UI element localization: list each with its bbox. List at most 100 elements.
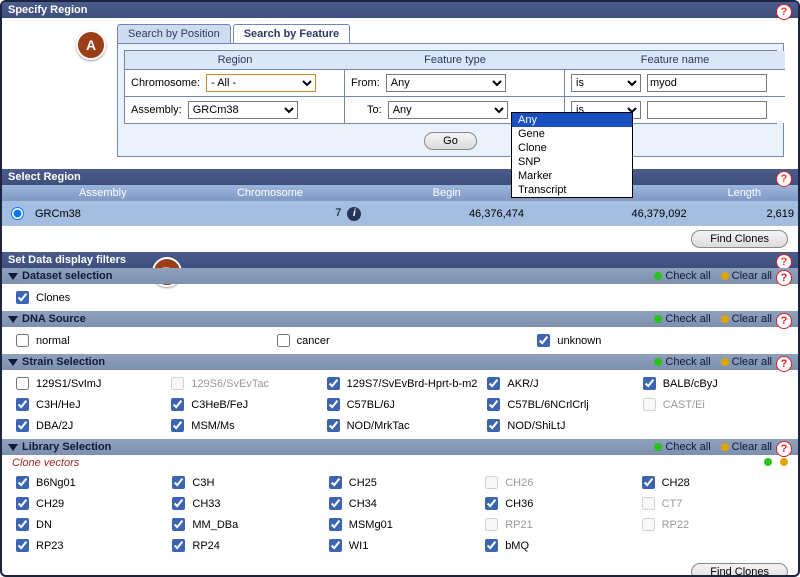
help-icon[interactable]: ?	[776, 441, 792, 457]
checkbox-item[interactable]: normal	[12, 331, 267, 350]
clear-all-link[interactable]: Clear all	[732, 313, 772, 325]
checkbox-item[interactable]: CH29	[12, 494, 162, 513]
table-row[interactable]: GRCm38 7i 46,376,474 46,379,092 2,619	[2, 201, 798, 226]
checkbox-item[interactable]: CH26	[481, 473, 631, 492]
checkbox[interactable]	[16, 398, 29, 411]
chromosome-select[interactable]: - All -	[206, 74, 316, 92]
check-all-link[interactable]: Check all	[665, 270, 710, 282]
checkbox-item[interactable]: BALB/cByJ	[639, 374, 788, 393]
checkbox-item[interactable]: bMQ	[481, 536, 631, 555]
clear-all-link[interactable]: Clear all	[732, 356, 772, 368]
dropdown-option[interactable]: Any	[512, 113, 632, 127]
checkbox[interactable]	[16, 518, 29, 531]
checkbox-item[interactable]: CH36	[481, 494, 631, 513]
checkbox-item[interactable]: C3H/HeJ	[12, 395, 161, 414]
check-all-link[interactable]: Check all	[665, 441, 710, 453]
checkbox-item[interactable]: 129S7/SvEvBrd-Hprt-b-m2	[323, 374, 478, 393]
go-button[interactable]: Go	[424, 132, 477, 150]
checkbox[interactable]	[485, 476, 498, 489]
to-type-select[interactable]: Any	[388, 101, 508, 119]
help-icon[interactable]: ?	[776, 4, 792, 20]
checkbox[interactable]	[16, 419, 29, 432]
checkbox-item[interactable]: CH25	[325, 473, 475, 492]
strain-selection-header[interactable]: Strain Selection Check allClear all ?	[2, 354, 798, 370]
check-all-link[interactable]: Check all	[665, 356, 710, 368]
checkbox-item[interactable]: C3H	[168, 473, 318, 492]
dropdown-option[interactable]: Marker	[512, 169, 632, 183]
checkbox-item[interactable]: MM_DBa	[168, 515, 318, 534]
library-selection-header[interactable]: Library Selection Check allClear all ?	[2, 439, 798, 455]
help-icon[interactable]: ?	[776, 171, 792, 187]
checkbox[interactable]	[16, 377, 29, 390]
checkbox-item[interactable]: DBA/2J	[12, 416, 161, 435]
checkbox-item[interactable]: MSMg01	[325, 515, 475, 534]
checkbox[interactable]	[485, 497, 498, 510]
checkbox[interactable]	[642, 518, 655, 531]
feature-name-input[interactable]	[647, 74, 767, 92]
dataset-selection-header[interactable]: Dataset selection Check allClear all ?	[2, 268, 798, 284]
feature-name-to-input[interactable]	[647, 101, 767, 119]
checkbox[interactable]	[485, 539, 498, 552]
dna-source-header[interactable]: DNA Source Check allClear all ?	[2, 311, 798, 327]
checkbox[interactable]	[329, 497, 342, 510]
checkbox[interactable]	[329, 476, 342, 489]
checkbox-item[interactable]: Clones	[12, 288, 162, 307]
checkbox-item[interactable]: RP22	[638, 515, 788, 534]
dropdown-option[interactable]: Gene	[512, 127, 632, 141]
checkbox[interactable]	[171, 419, 184, 432]
checkbox-item[interactable]: CT7	[638, 494, 788, 513]
checkbox[interactable]	[171, 377, 184, 390]
checkbox[interactable]	[485, 518, 498, 531]
checkbox[interactable]	[487, 419, 500, 432]
checkbox-item[interactable]: cancer	[273, 331, 528, 350]
checkbox[interactable]	[643, 377, 656, 390]
from-op-select[interactable]: is	[571, 74, 641, 92]
checkbox-item[interactable]: 129S6/SvEvTac	[167, 374, 316, 393]
dropdown-option[interactable]: Transcript	[512, 183, 632, 197]
checkbox[interactable]	[16, 497, 29, 510]
checkbox[interactable]	[16, 539, 29, 552]
help-icon[interactable]: ?	[776, 313, 792, 329]
checkbox-item[interactable]: C57BL/6J	[323, 395, 478, 414]
checkbox[interactable]	[487, 377, 500, 390]
checkbox-item[interactable]: RP24	[168, 536, 318, 555]
vec-clear-all[interactable]	[780, 458, 788, 466]
checkbox-item[interactable]: NOD/MrkTac	[323, 416, 478, 435]
checkbox-item[interactable]: CH34	[325, 494, 475, 513]
check-all-link[interactable]: Check all	[665, 313, 710, 325]
vec-check-all[interactable]	[764, 458, 772, 466]
checkbox[interactable]	[487, 398, 500, 411]
checkbox[interactable]	[642, 497, 655, 510]
checkbox[interactable]	[16, 291, 29, 304]
checkbox[interactable]	[172, 518, 185, 531]
checkbox-item[interactable]: CAST/Ei	[639, 395, 788, 414]
checkbox-item[interactable]: NOD/ShiLtJ	[483, 416, 632, 435]
tab-search-by-feature[interactable]: Search by Feature	[233, 24, 350, 43]
checkbox-item[interactable]: B6Ng01	[12, 473, 162, 492]
checkbox[interactable]	[172, 476, 185, 489]
checkbox[interactable]	[16, 334, 29, 347]
checkbox[interactable]	[643, 398, 656, 411]
clear-all-link[interactable]: Clear all	[732, 270, 772, 282]
to-type-dropdown[interactable]: AnyGeneCloneSNPMarkerTranscript	[511, 112, 633, 198]
checkbox[interactable]	[172, 539, 185, 552]
from-type-select[interactable]: Any	[386, 74, 506, 92]
find-clones-button[interactable]: Find Clones	[691, 230, 788, 248]
checkbox-item[interactable]: DN	[12, 515, 162, 534]
tab-search-by-position[interactable]: Search by Position	[117, 24, 231, 43]
checkbox-item[interactable]: AKR/J	[483, 374, 632, 393]
checkbox[interactable]	[16, 476, 29, 489]
checkbox[interactable]	[329, 518, 342, 531]
checkbox[interactable]	[327, 377, 340, 390]
checkbox-item[interactable]: unknown	[533, 331, 788, 350]
checkbox-item[interactable]: RP21	[481, 515, 631, 534]
region-radio[interactable]	[11, 207, 24, 220]
dropdown-option[interactable]: Clone	[512, 141, 632, 155]
checkbox[interactable]	[327, 398, 340, 411]
checkbox[interactable]	[642, 476, 655, 489]
checkbox-item[interactable]: MSM/Ms	[167, 416, 316, 435]
checkbox[interactable]	[171, 398, 184, 411]
checkbox[interactable]	[537, 334, 550, 347]
checkbox[interactable]	[329, 539, 342, 552]
checkbox[interactable]	[277, 334, 290, 347]
